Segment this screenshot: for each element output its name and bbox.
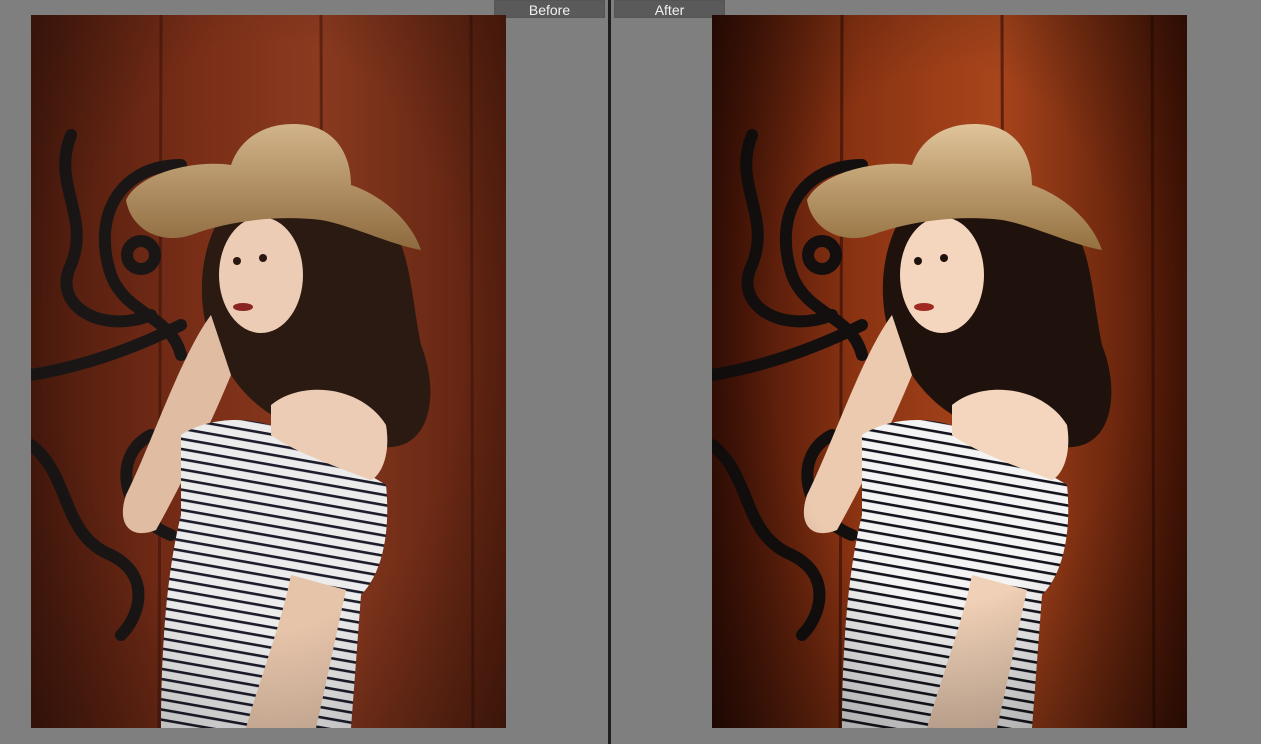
- after-label: After: [614, 0, 725, 18]
- after-photo[interactable]: [712, 15, 1187, 728]
- after-pane: After: [611, 0, 1261, 744]
- before-photo[interactable]: [31, 15, 506, 728]
- before-pane: Before: [0, 0, 608, 744]
- vignette: [712, 15, 1187, 728]
- before-label: Before: [494, 0, 605, 18]
- before-after-compare-view: Before After: [0, 0, 1261, 744]
- vignette: [31, 15, 506, 728]
